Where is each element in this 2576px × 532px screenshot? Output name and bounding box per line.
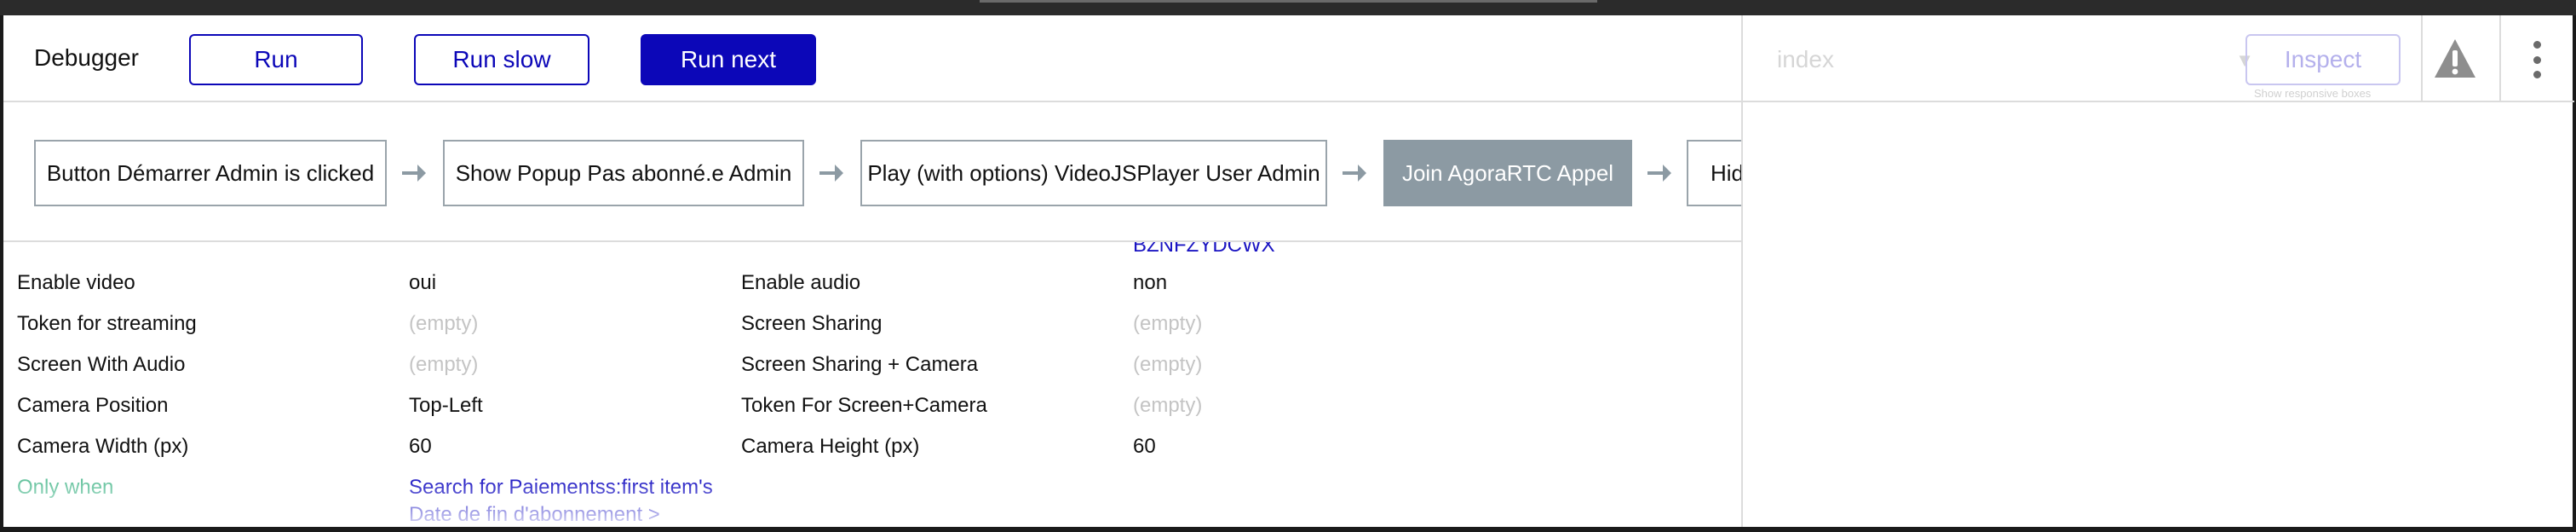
- frame-bottom: [0, 527, 2576, 532]
- property-label: Camera Width (px): [17, 435, 189, 458]
- property-value[interactable]: 60: [409, 435, 432, 459]
- property-value[interactable]: (empty): [1133, 312, 1202, 336]
- workflow-steps: Button Démarrer Admin is clicked Show Po…: [3, 102, 1741, 242]
- arrow-right-icon: [402, 165, 426, 182]
- property-value[interactable]: non: [1133, 271, 1167, 295]
- arrow-right-icon: [1647, 165, 1671, 182]
- debugger-title: Debugger: [34, 44, 139, 71]
- arrow-right-icon: [1343, 165, 1366, 182]
- run-next-button[interactable]: Run next: [641, 34, 816, 85]
- property-label: Enable audio: [741, 271, 861, 294]
- property-label: Screen Sharing: [741, 312, 883, 335]
- step-hide[interactable]: Hid: [1687, 140, 1741, 206]
- property-label: Token For Screen+Camera: [741, 394, 987, 417]
- run-button[interactable]: Run: [189, 34, 363, 85]
- inspect-button[interactable]: Inspect: [2245, 34, 2401, 85]
- property-value[interactable]: (empty): [409, 353, 478, 377]
- property-label: Screen Sharing + Camera: [741, 353, 979, 376]
- window-tab-highlight: [980, 0, 1597, 3]
- property-label: Camera Height (px): [741, 435, 920, 458]
- responsive-boxes-toggle[interactable]: Show responsive boxes: [2254, 87, 2371, 100]
- arrow-right-icon: [819, 165, 843, 182]
- debugger-toolbar: Debugger Run Run slow Run next: [3, 15, 1741, 102]
- property-value[interactable]: Top-Left: [409, 394, 483, 418]
- step-play-videojs[interactable]: Play (with options) VideoJSPlayer User A…: [860, 140, 1327, 206]
- only-when-condition-line1[interactable]: Search for Paiementss:first item's: [409, 476, 713, 500]
- property-label: Camera Position: [17, 394, 169, 417]
- element-dropdown-value: index: [1777, 46, 1834, 72]
- property-value[interactable]: 60: [1133, 435, 1156, 459]
- step-show-popup[interactable]: Show Popup Pas abonné.e Admin: [443, 140, 804, 206]
- element-dropdown[interactable]: index ▼: [1777, 46, 2254, 80]
- step-properties: BZNFZYDCWX Enable video oui Enable audio…: [3, 242, 1741, 527]
- property-value[interactable]: (empty): [1133, 353, 1202, 377]
- property-value[interactable]: (empty): [1133, 394, 1202, 418]
- more-vertical-icon[interactable]: [2532, 41, 2542, 78]
- property-value-cut: BZNFZYDCWX: [1133, 242, 1275, 257]
- property-value[interactable]: oui: [409, 271, 436, 295]
- window-top-strip: [0, 0, 2576, 15]
- inspector-header: index ▼ Inspect Show responsive boxes: [1743, 15, 2574, 102]
- property-label: Enable video: [17, 271, 135, 294]
- only-when-condition-line2[interactable]: Date de fin d'abonnement >: [409, 503, 660, 527]
- inspector-panel: index ▼ Inspect Show responsive boxes: [1741, 15, 2574, 527]
- divider: [2421, 15, 2423, 102]
- step-join-agorartc[interactable]: Join AgoraRTC Appel: [1383, 140, 1632, 206]
- warning-icon[interactable]: [2433, 38, 2477, 80]
- property-label: Screen With Audio: [17, 353, 186, 376]
- property-label: Token for streaming: [17, 312, 197, 335]
- only-when-label: Only when: [17, 476, 114, 499]
- run-slow-button[interactable]: Run slow: [414, 34, 589, 85]
- property-value[interactable]: (empty): [409, 312, 478, 336]
- divider: [2499, 15, 2501, 102]
- step-button-demarrer[interactable]: Button Démarrer Admin is clicked: [34, 140, 387, 206]
